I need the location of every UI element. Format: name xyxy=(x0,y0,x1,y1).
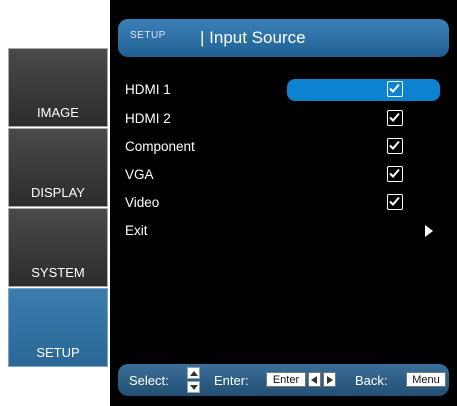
checkbox-icon[interactable] xyxy=(387,194,403,210)
option-row-hdmi-1[interactable]: HDMI 1 xyxy=(125,79,443,101)
page-title: | Input Source xyxy=(200,28,306,47)
option-label: VGA xyxy=(125,167,154,182)
checkbox-icon[interactable] xyxy=(387,110,403,126)
menu-key: Menu xyxy=(406,372,446,387)
selection-highlight xyxy=(287,79,440,101)
option-label: HDMI 1 xyxy=(125,82,171,97)
tab-setup[interactable]: SETUP xyxy=(8,288,108,367)
checkbox-icon[interactable] xyxy=(387,166,403,182)
tab-image[interactable]: IMAGE xyxy=(8,48,108,127)
left-key-icon xyxy=(308,372,321,387)
up-down-keys-icon xyxy=(187,367,200,393)
panel-header: SETUP | Input Source xyxy=(118,19,449,57)
tab-system-label: SYSTEM xyxy=(31,265,85,280)
back-hint-label: Back: xyxy=(355,373,388,388)
right-key-icon xyxy=(323,372,336,387)
down-arrow-icon xyxy=(190,385,198,390)
option-row-video[interactable]: Video xyxy=(125,192,443,214)
option-label: Component xyxy=(125,139,195,154)
option-row-hdmi-2[interactable]: HDMI 2 xyxy=(125,108,443,130)
tab-system[interactable]: SYSTEM xyxy=(8,208,108,287)
enter-hint-label: Enter: xyxy=(214,373,249,388)
tab-display-label: DISPLAY xyxy=(31,185,85,200)
select-hint-label: Select: xyxy=(129,373,169,388)
tab-image-label: IMAGE xyxy=(37,105,79,120)
section-label: SETUP xyxy=(130,30,166,41)
option-label: HDMI 2 xyxy=(125,111,171,126)
settings-panel: SETUP | Input Source HDMI 1 HDMI 2 Compo… xyxy=(110,0,457,406)
option-row-vga[interactable]: VGA xyxy=(125,164,443,186)
option-row-component[interactable]: Component xyxy=(125,136,443,158)
menu-tabs: IMAGE DISPLAY SYSTEM SETUP xyxy=(8,48,110,370)
checkbox-icon[interactable] xyxy=(387,81,403,97)
tab-setup-label: SETUP xyxy=(36,345,80,360)
up-arrow-icon xyxy=(190,371,198,376)
option-label: Video xyxy=(125,195,160,210)
option-row-exit[interactable]: Exit xyxy=(125,220,443,242)
right-arrow-icon[interactable] xyxy=(425,225,433,237)
enter-key: Enter xyxy=(266,372,306,387)
checkbox-icon[interactable] xyxy=(387,138,403,154)
option-label: Exit xyxy=(125,223,148,238)
key-hint-bar: Select: Enter: Enter Back: Menu xyxy=(118,364,449,396)
tab-display[interactable]: DISPLAY xyxy=(8,128,108,207)
